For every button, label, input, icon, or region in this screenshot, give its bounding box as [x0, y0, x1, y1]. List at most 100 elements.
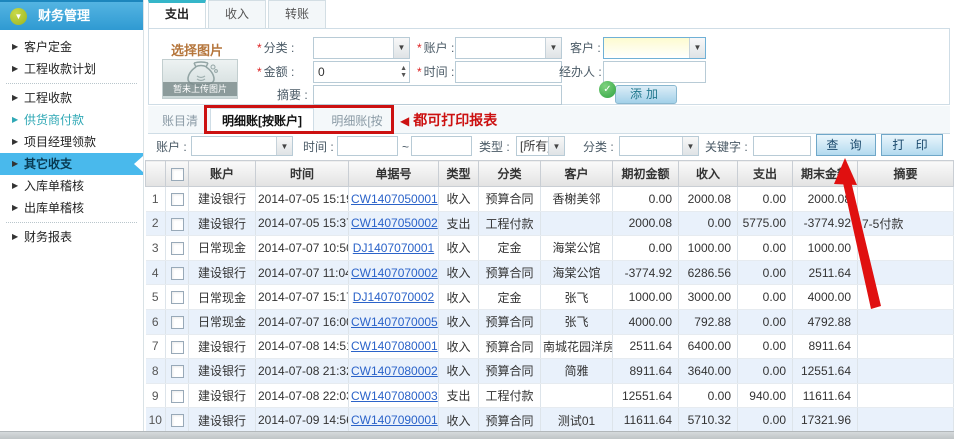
doc-link[interactable]: DJ1407070002 [353, 290, 434, 304]
cell-doc: CW1407050001 [349, 187, 439, 212]
filter-account-select[interactable]: ▼ [191, 136, 293, 156]
filter-time-from-input[interactable] [337, 136, 398, 156]
detail-tab-3[interactable]: 明细账[按客户] [316, 109, 398, 134]
cell-summary [858, 236, 954, 261]
summary-input[interactable] [313, 85, 562, 105]
time-input[interactable] [455, 61, 562, 83]
doc-link[interactable]: DJ1407070001 [353, 241, 434, 255]
sidebar-item-4[interactable]: ▶供货商付款 [0, 109, 143, 131]
cell-closing: 8911.64 [793, 334, 858, 359]
cell-income: 3000.00 [679, 285, 738, 310]
amount-stepper[interactable]: 0 ▲ ▼ [313, 61, 410, 83]
cell-summary: 7-5付款 [858, 211, 954, 236]
table-header-row: 账户时间单据号类型分类客户期初金额收入支出期末金额摘要 [146, 161, 954, 187]
num: 1 [146, 187, 166, 212]
sidebar-header[interactable]: ▼ 财务管理 [0, 0, 143, 30]
cell-doc: CW1407050002 [349, 211, 439, 236]
doc-link[interactable]: CW1407050002 [351, 216, 438, 230]
row-checkbox-cell [166, 236, 189, 261]
row-checkbox[interactable] [171, 341, 184, 354]
num: 7 [146, 334, 166, 359]
detail-tabstrip: 账目清单明细账[按账户]明细账[按客户] [148, 106, 950, 134]
num: 3 [146, 236, 166, 261]
handler-input[interactable] [603, 61, 706, 83]
filter-time-separator: ~ [402, 136, 409, 158]
cell-income: 0.00 [679, 211, 738, 236]
chevron-down-icon[interactable]: ▼ [276, 137, 292, 155]
row-checkbox[interactable] [171, 414, 184, 427]
select-all-checkbox[interactable] [171, 168, 184, 181]
left-arrow-icon: ◀ [400, 114, 409, 128]
doc-link[interactable]: CW1407080002 [351, 364, 438, 378]
cell-doc: DJ1407070001 [349, 236, 439, 261]
sidebar-item-7[interactable]: ▶入库单稽核 [0, 175, 143, 197]
cell-opening: 11611.64 [613, 408, 679, 433]
account-select[interactable]: ▼ [455, 37, 562, 59]
sidebar-item-6[interactable]: ▶其它收支 [0, 153, 143, 175]
sidebar-item-9[interactable]: ▶财务报表 [0, 226, 143, 248]
row-checkbox[interactable] [171, 316, 184, 329]
detail-tab-1[interactable]: 账目清单 [152, 109, 208, 134]
sidebar-item-3[interactable]: ▶工程收款 [0, 87, 143, 109]
spin-down-icon[interactable]: ▼ [400, 71, 407, 80]
row-checkbox[interactable] [171, 193, 184, 206]
print-button[interactable]: 打 印 [881, 134, 943, 156]
filter-keyword-input[interactable] [753, 136, 811, 156]
detail-tab-2[interactable]: 明细账[按账户] [210, 108, 314, 135]
row-checkbox[interactable] [171, 242, 184, 255]
cell-opening: 12551.64 [613, 383, 679, 408]
upload-image-box[interactable]: 暂未上传图片 [162, 59, 238, 99]
sidebar-item-5[interactable]: ▶项目经理领款 [0, 131, 143, 153]
customer-select[interactable]: ▼ [603, 37, 706, 59]
item-arrow-icon: ▶ [12, 36, 18, 58]
chevron-down-icon[interactable]: ▼ [689, 38, 705, 58]
column-header: 账户 [189, 161, 256, 187]
top-tabstrip: 支出收入转账 [148, 0, 326, 28]
filter-type-select[interactable]: [所有]▼ [516, 136, 565, 156]
cell-summary [858, 285, 954, 310]
doc-link[interactable]: CW1407080001 [351, 339, 438, 353]
sidebar-item-2[interactable]: ▶工程收款计划 [0, 58, 143, 80]
search-button[interactable]: 查 询 [816, 134, 876, 156]
row-checkbox[interactable] [171, 291, 184, 304]
filter-category-select[interactable]: ▼ [619, 136, 699, 156]
chevron-down-icon[interactable]: ▼ [545, 38, 561, 58]
doc-link[interactable]: CW1407050001 [351, 192, 438, 206]
column-header: 单据号 [349, 161, 439, 187]
cell-category: 预算合同 [479, 408, 541, 433]
cell-opening: 0.00 [613, 236, 679, 261]
filter-type-value: [所有] [520, 139, 551, 153]
doc-link[interactable]: CW1407080003 [351, 389, 438, 403]
tab-3[interactable]: 转账 [268, 0, 326, 28]
cell-type: 收入 [439, 260, 479, 285]
sidebar-item-8[interactable]: ▶出库单稽核 [0, 197, 143, 219]
cell-income: 5710.32 [679, 408, 738, 433]
cell-summary [858, 408, 954, 433]
choose-image-label[interactable]: 选择图片 [171, 40, 223, 59]
cell-customer: 张飞 [541, 309, 613, 334]
tab-1[interactable]: 支出 [148, 0, 206, 28]
sidebar-item-1[interactable]: ▶客户定金 [0, 36, 143, 58]
doc-link[interactable]: CW1407090001 [351, 413, 438, 427]
category-select[interactable]: ▼ [313, 37, 410, 59]
chevron-down-icon[interactable]: ▼ [393, 38, 409, 58]
filter-time-to-input[interactable] [411, 136, 472, 156]
row-checkbox[interactable] [171, 267, 184, 280]
chevron-down-icon[interactable]: ▼ [548, 137, 564, 155]
summary-label: 摘要 : [277, 84, 308, 106]
tab-2[interactable]: 收入 [208, 0, 266, 28]
chevron-down-icon[interactable]: ▼ [682, 137, 698, 155]
cell-closing: 12551.64 [793, 359, 858, 384]
cell-closing: 2511.64 [793, 260, 858, 285]
cell-category: 预算合同 [479, 334, 541, 359]
doc-link[interactable]: CW1407070002 [351, 266, 438, 280]
cell-time: 2014-07-08 14:51 [256, 334, 349, 359]
horizontal-scrollbar[interactable] [0, 431, 954, 439]
add-button[interactable]: 添加 [615, 85, 677, 104]
cell-time: 2014-07-07 10:50 [256, 236, 349, 261]
row-checkbox[interactable] [171, 218, 184, 231]
cell-income: 1000.00 [679, 236, 738, 261]
row-checkbox[interactable] [171, 390, 184, 403]
row-checkbox[interactable] [171, 365, 184, 378]
doc-link[interactable]: CW1407070005 [351, 315, 438, 329]
